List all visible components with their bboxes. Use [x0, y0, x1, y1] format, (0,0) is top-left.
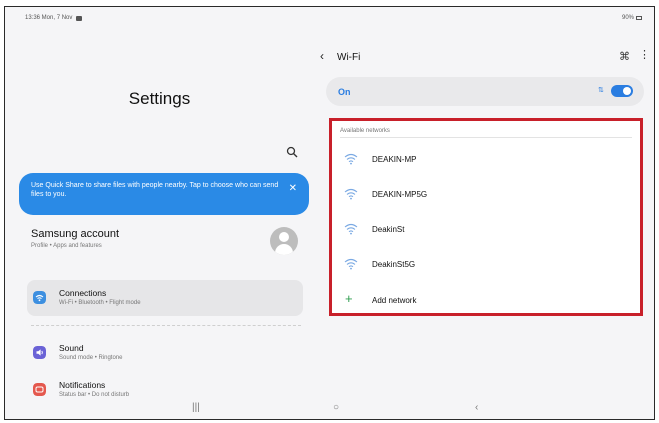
notifications-title: Notifications	[59, 380, 106, 390]
network-item[interactable]: DeakinSt5G	[340, 252, 634, 278]
connections-title: Connections	[59, 288, 107, 298]
back-button[interactable]: ‹	[475, 402, 478, 413]
device-screen: 13:36 Mon, 7 Nov 90% Settings Use Quick …	[4, 6, 655, 420]
recents-button[interactable]: |||	[192, 402, 200, 413]
status-time-date: 13:36 Mon, 7 Nov	[25, 15, 73, 21]
search-icon[interactable]	[286, 146, 298, 158]
wifi-signal-icon	[344, 188, 358, 200]
home-button[interactable]: ○	[333, 402, 339, 413]
network-item[interactable]: DEAKIN-MP	[340, 147, 634, 173]
divider	[340, 137, 632, 138]
gallery-notification-icon	[76, 15, 83, 21]
account-subtitle: Profile • Apps and features	[31, 243, 102, 249]
sound-title: Sound	[59, 343, 84, 353]
add-network-button[interactable]: + Add network	[340, 288, 634, 314]
wifi-state-label: On	[338, 87, 351, 97]
speaker-icon	[33, 346, 46, 359]
add-network-label: Add network	[372, 296, 417, 305]
back-arrow-icon[interactable]: ‹	[320, 49, 324, 63]
available-networks-header: Available networks	[340, 128, 390, 134]
settings-list-pane: Settings Use Quick Share to share files …	[13, 29, 309, 399]
network-name: DEAKIN-MP	[372, 155, 417, 164]
battery-icon	[636, 16, 642, 20]
battery-percent: 90%	[621, 15, 634, 21]
network-item[interactable]: DeakinSt	[340, 217, 634, 243]
plus-icon: +	[345, 291, 353, 306]
status-bar: 13:36 Mon, 7 Nov 90%	[5, 7, 654, 29]
network-item[interactable]: DEAKIN-MP5G	[340, 182, 634, 208]
network-name: DeakinSt	[372, 225, 405, 234]
page-title: Settings	[128, 89, 191, 108]
navigation-bar: ||| ○ ‹	[5, 399, 654, 419]
network-name: DEAKIN-MP5G	[372, 190, 428, 199]
wifi-toggle[interactable]	[611, 85, 633, 97]
close-icon[interactable]: ✕	[289, 184, 297, 194]
network-name: DeakinSt5G	[372, 260, 416, 269]
qr-scan-icon[interactable]: ⌘	[619, 50, 630, 63]
account-title: Samsung account	[31, 228, 120, 240]
samsung-account-item[interactable]: Samsung account Profile • Apps and featu…	[31, 228, 301, 258]
wifi-master-switch[interactable]: On ⇅	[326, 77, 644, 106]
wifi-signal-icon	[344, 153, 358, 165]
notifications-subtitle: Status bar • Do not disturb	[59, 392, 130, 398]
wifi-page-title: Wi-Fi	[337, 52, 361, 63]
more-options-icon[interactable]: ⋮	[639, 48, 650, 61]
sidebar-item-sound[interactable]: Sound Sound mode • Ringtone	[27, 335, 303, 371]
wifi-detail-pane: ‹ Wi-Fi ⌘ ⋮ On ⇅ Available networks DEAK…	[310, 29, 654, 399]
connections-subtitle: Wi-Fi • Bluetooth • Flight mode	[59, 300, 141, 306]
banner-text: Use Quick Share to share files with peop…	[31, 182, 279, 198]
wifi-icon	[33, 291, 46, 304]
wifi-connected-icon: ⇅	[598, 87, 604, 94]
wifi-signal-icon	[344, 223, 358, 235]
quick-share-banner[interactable]: Use Quick Share to share files with peop…	[19, 173, 309, 215]
bell-icon	[33, 383, 46, 396]
avatar-icon[interactable]	[270, 227, 298, 255]
divider	[31, 325, 301, 326]
sound-subtitle: Sound mode • Ringtone	[59, 355, 123, 361]
sidebar-item-connections[interactable]: Connections Wi-Fi • Bluetooth • Flight m…	[27, 280, 303, 316]
wifi-signal-icon	[344, 258, 358, 270]
available-networks-panel: Available networks DEAKIN-MP DEAKIN-MP5G…	[329, 118, 643, 316]
